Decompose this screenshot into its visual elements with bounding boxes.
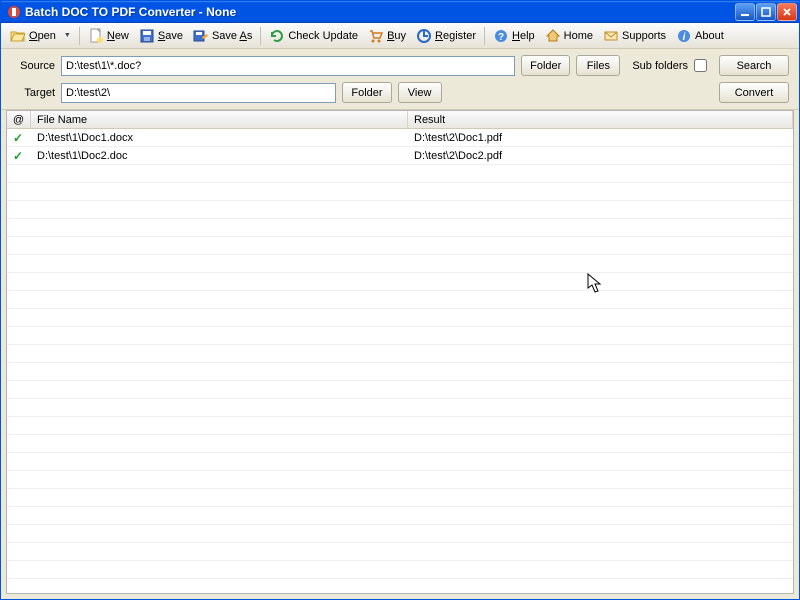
convert-button[interactable]: Convert: [719, 82, 789, 103]
check-update-button[interactable]: Check Update: [264, 26, 363, 46]
check-icon: ✓: [13, 131, 23, 145]
list-header: @ File Name Result: [7, 111, 793, 129]
svg-text:i: i: [683, 32, 686, 43]
close-button[interactable]: [777, 3, 797, 21]
new-file-icon: [88, 28, 104, 44]
list-body[interactable]: ✓ D:\test\1\Doc1.docx D:\test\2\Doc1.pdf…: [7, 129, 793, 593]
about-button[interactable]: i About: [671, 26, 729, 46]
update-icon: [269, 28, 285, 44]
toolbar: Open ▼ New Save Save As Check Update Buy…: [1, 23, 799, 49]
about-label: About: [695, 30, 724, 42]
target-folder-button[interactable]: Folder: [342, 82, 391, 103]
open-button[interactable]: Open ▼: [5, 26, 76, 46]
cell-result: D:\test\2\Doc2.pdf: [408, 150, 793, 162]
dropdown-arrow-icon: ▼: [64, 32, 71, 39]
help-button[interactable]: ? Help: [488, 26, 540, 46]
home-icon: [545, 28, 561, 44]
sub-folders-label: Sub folders: [632, 60, 688, 72]
help-icon: ?: [493, 28, 509, 44]
save-as-button[interactable]: Save As: [188, 26, 257, 46]
cell-filename: D:\test\1\Doc1.docx: [31, 132, 408, 144]
col-status-header[interactable]: @: [7, 111, 31, 128]
register-button[interactable]: Register: [411, 26, 481, 46]
register-icon: [416, 28, 432, 44]
save-as-icon: [193, 28, 209, 44]
main-window: Batch DOC TO PDF Converter - None Open ▼…: [0, 0, 800, 600]
target-label: Target: [11, 87, 55, 99]
source-folder-button[interactable]: Folder: [521, 55, 570, 76]
source-input[interactable]: [61, 56, 515, 76]
source-files-button[interactable]: Files: [576, 55, 620, 76]
sub-folders-checkbox[interactable]: [694, 59, 707, 72]
results-list: @ File Name Result ✓ D:\test\1\Doc1.docx…: [6, 110, 794, 594]
cell-result: D:\test\2\Doc1.pdf: [408, 132, 793, 144]
home-label: Home: [564, 30, 593, 42]
buy-button[interactable]: Buy: [363, 26, 411, 46]
folder-open-icon: [10, 28, 26, 44]
supports-icon: [603, 28, 619, 44]
save-button[interactable]: Save: [134, 26, 188, 46]
title-bar: Batch DOC TO PDF Converter - None: [1, 1, 799, 23]
cell-filename: D:\test\1\Doc2.doc: [31, 150, 408, 162]
save-as-label: Save As: [212, 30, 252, 42]
new-button[interactable]: New: [83, 26, 134, 46]
source-label: Source: [11, 60, 55, 72]
supports-button[interactable]: Supports: [598, 26, 671, 46]
buy-label: Buy: [387, 30, 406, 42]
check-icon: ✓: [13, 149, 23, 163]
about-icon: i: [676, 28, 692, 44]
list-row[interactable]: ✓ D:\test\1\Doc1.docx D:\test\2\Doc1.pdf: [7, 129, 793, 147]
maximize-button[interactable]: [756, 3, 776, 21]
target-input[interactable]: [61, 83, 336, 103]
help-label: Help: [512, 30, 535, 42]
supports-label: Supports: [622, 30, 666, 42]
buy-icon: [368, 28, 384, 44]
col-result-header[interactable]: Result: [408, 111, 793, 128]
save-icon: [139, 28, 155, 44]
minimize-button[interactable]: [735, 3, 755, 21]
window-title: Batch DOC TO PDF Converter - None: [25, 5, 734, 19]
check-update-label: Check Update: [288, 30, 358, 42]
list-row[interactable]: ✓ D:\test\1\Doc2.doc D:\test\2\Doc2.pdf: [7, 147, 793, 165]
new-label: New: [107, 30, 129, 42]
target-view-button[interactable]: View: [398, 82, 442, 103]
svg-text:?: ?: [498, 32, 504, 43]
register-label: Register: [435, 30, 476, 42]
open-label: Open: [29, 30, 56, 42]
form-panel: Source Folder Files Sub folders Search T…: [1, 49, 799, 110]
col-filename-header[interactable]: File Name: [31, 111, 408, 128]
search-button[interactable]: Search: [719, 55, 789, 76]
app-icon: [7, 5, 21, 19]
save-label: Save: [158, 30, 183, 42]
home-button[interactable]: Home: [540, 26, 598, 46]
